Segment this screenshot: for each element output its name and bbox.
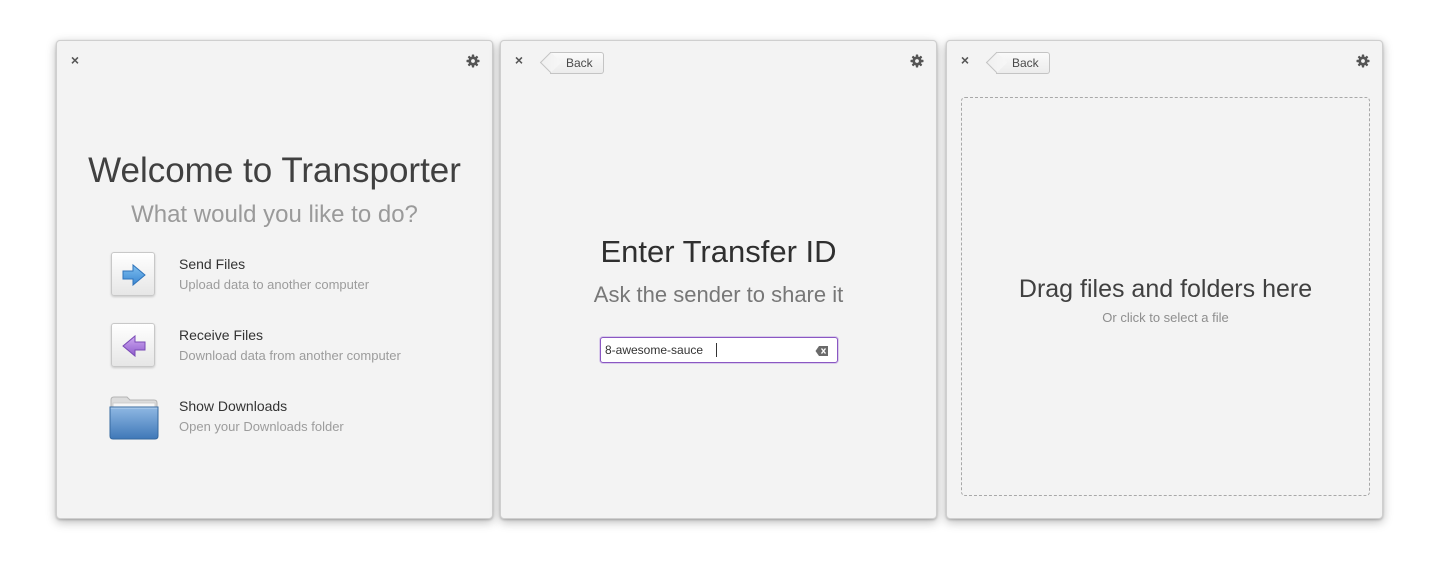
settings-gear-icon[interactable]: [1356, 54, 1370, 68]
back-button-label: Back: [566, 56, 593, 70]
drop-zone-subtitle: Or click to select a file: [1102, 310, 1229, 325]
settings-gear-icon[interactable]: [910, 54, 924, 68]
transfer-id-field[interactable]: [600, 337, 838, 363]
clear-text-icon[interactable]: [815, 344, 829, 356]
send-window: × Back Drag files and folders here Or cl…: [946, 40, 1383, 519]
receive-files-icon-box: [111, 323, 155, 367]
welcome-window: × Welcome to Transporter What would you …: [56, 40, 493, 519]
back-button-label: Back: [1012, 56, 1039, 70]
arrow-right-icon: [122, 263, 146, 287]
back-button[interactable]: Back: [996, 52, 1050, 74]
folder-icon: [109, 396, 159, 440]
send-files-description: Upload data to another computer: [179, 277, 370, 292]
close-button[interactable]: ×: [68, 53, 82, 67]
send-files-button[interactable]: Send Files Upload data to another comput…: [109, 252, 449, 302]
send-files-title: Send Files: [179, 256, 246, 272]
show-downloads-description: Open your Downloads folder: [179, 419, 344, 434]
show-downloads-title: Show Downloads: [179, 398, 288, 414]
receive-files-title: Receive Files: [179, 327, 264, 343]
enter-transfer-id-title: Enter Transfer ID: [600, 234, 837, 269]
transfer-id-input[interactable]: [605, 341, 805, 359]
text-caret: [716, 343, 717, 357]
receive-window: × Back Enter Transfer ID Ask the sender …: [500, 40, 937, 519]
receive-files-description: Download data from another computer: [179, 348, 401, 363]
file-drop-zone[interactable]: Drag files and folders here Or click to …: [961, 97, 1370, 496]
welcome-subtitle: What would you like to do?: [131, 201, 418, 228]
receive-files-button[interactable]: Receive Files Download data from another…: [109, 323, 449, 373]
show-downloads-button[interactable]: Show Downloads Open your Downloads folde…: [109, 394, 449, 444]
close-button[interactable]: ×: [958, 53, 972, 67]
settings-gear-icon[interactable]: [466, 54, 480, 68]
back-button[interactable]: Back: [550, 52, 604, 74]
send-files-icon-box: [111, 252, 155, 296]
arrow-left-icon: [122, 334, 146, 358]
welcome-title: Welcome to Transporter: [88, 151, 461, 190]
close-button[interactable]: ×: [512, 53, 526, 67]
drop-zone-title: Drag files and folders here: [1018, 275, 1313, 303]
enter-transfer-id-subtitle: Ask the sender to share it: [593, 282, 844, 307]
